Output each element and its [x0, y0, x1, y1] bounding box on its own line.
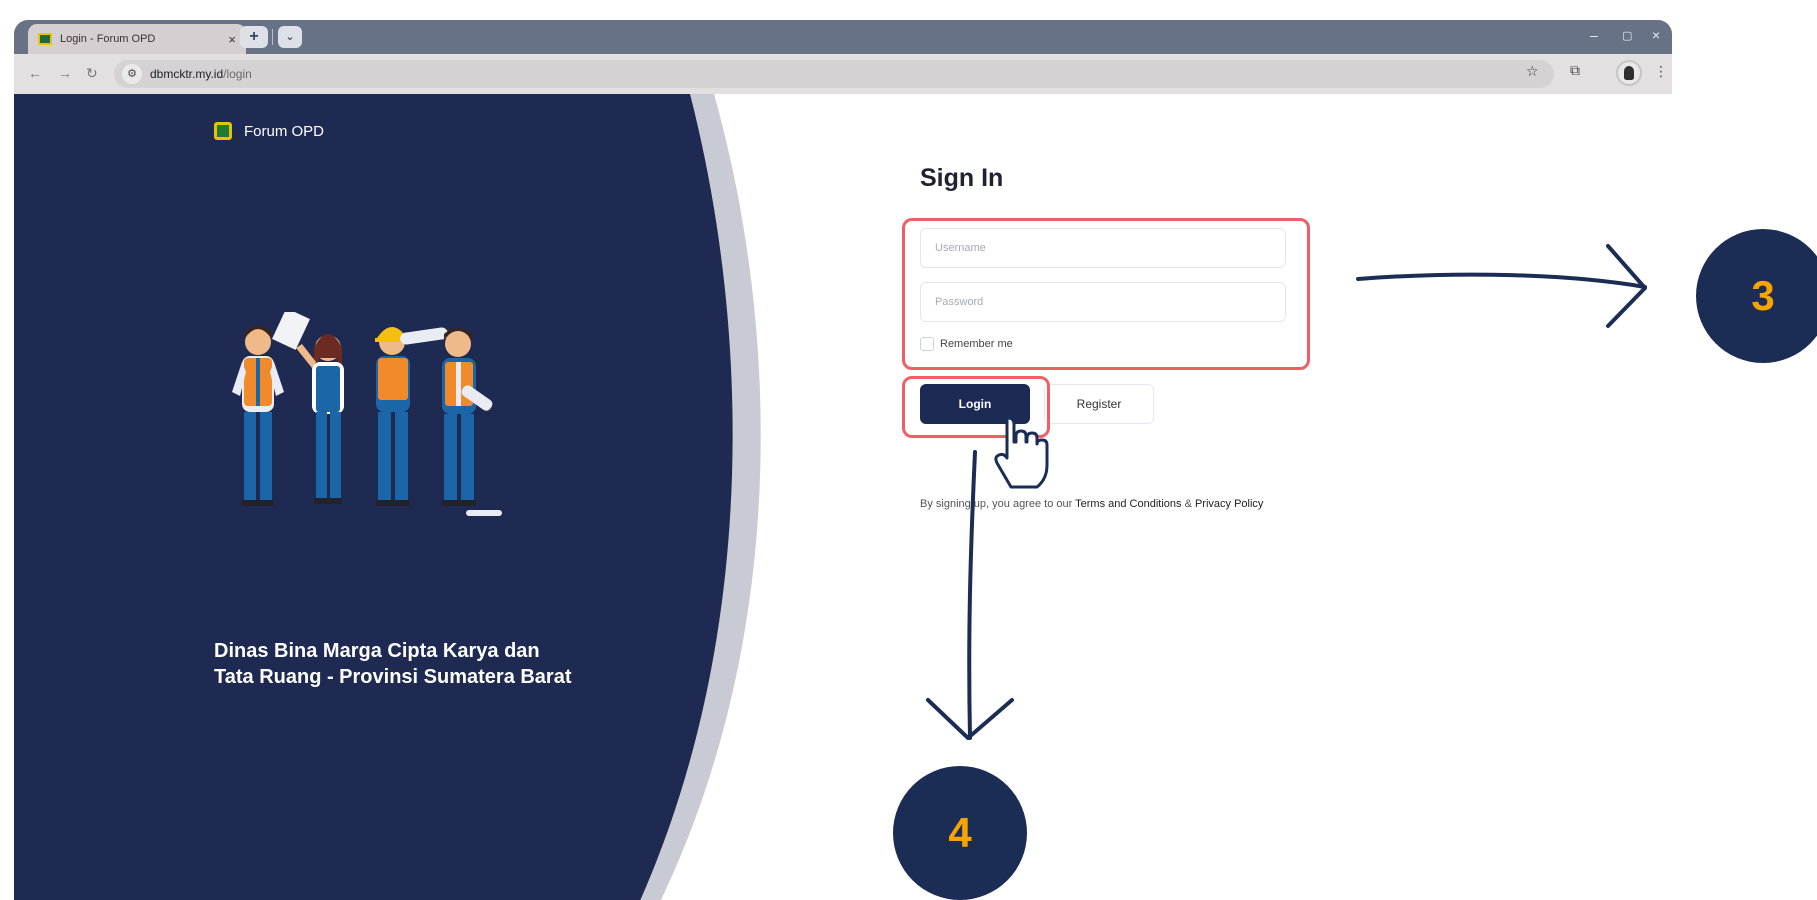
tab-search-button[interactable]: ⌄ — [278, 26, 302, 48]
privacy-link[interactable]: Privacy Policy — [1195, 498, 1263, 510]
terms-notice: By signing up, you agree to our Terms an… — [920, 498, 1263, 510]
url-path: /login — [223, 67, 252, 81]
url-host: dbmcktr.my.id — [150, 67, 224, 81]
register-button[interactable]: Register — [1044, 384, 1154, 424]
tab-close-icon[interactable]: × — [228, 32, 236, 47]
extensions-icon[interactable]: ⧉ — [1570, 62, 1580, 79]
tagline-line-2: Tata Ruang - Provinsi Sumatera Barat — [214, 666, 572, 688]
browser-toolbar: ← → ↻ ⚙ dbmcktr.my.id /login ☆ ⧉ ⋮ — [14, 54, 1672, 94]
brand: Forum OPD — [214, 122, 324, 140]
step-4-badge: 4 — [893, 766, 1027, 900]
profile-avatar[interactable] — [1616, 60, 1642, 86]
fields-highlight-box — [902, 218, 1310, 370]
tab-bar: Login - Forum OPD × + ⌄ – ▢ × — [14, 20, 1672, 54]
workers-illustration — [232, 312, 502, 516]
page-content: Forum OPD Dinas Bina Marga Cipta Karya d… — [14, 94, 1672, 900]
stage: Login - Forum OPD × + ⌄ – ▢ × ← → ↻ ⚙ db… — [0, 0, 1817, 900]
signin-form: Sign In Remember me Login Register By si… — [920, 164, 1300, 510]
login-highlight-box — [902, 376, 1050, 438]
back-icon[interactable]: ← — [28, 65, 42, 81]
browser-window: Login - Forum OPD × + ⌄ – ▢ × ← → ↻ ⚙ db… — [14, 20, 1672, 900]
terms-and: & — [1181, 498, 1195, 510]
new-tab-button[interactable]: + — [240, 26, 268, 48]
restore-icon[interactable]: ▢ — [1622, 29, 1632, 42]
minimize-icon[interactable]: – — [1590, 27, 1598, 43]
tab-divider — [272, 29, 273, 45]
brand-logo-icon — [214, 122, 232, 140]
terms-prefix: By signing up, you agree to our — [920, 498, 1076, 510]
step-3-badge: 3 — [1696, 229, 1817, 363]
browser-menu-icon[interactable]: ⋮ — [1654, 63, 1668, 80]
favicon-icon — [38, 33, 52, 45]
brand-name: Forum OPD — [244, 122, 325, 140]
window-close-icon[interactable]: × — [1652, 27, 1660, 43]
agency-tagline: Dinas Bina Marga Cipta Karya dan Tata Ru… — [214, 638, 634, 690]
tab-title: Login - Forum OPD — [60, 33, 156, 45]
forward-icon[interactable]: → — [58, 65, 72, 81]
bookmark-star-icon[interactable]: ☆ — [1526, 63, 1539, 80]
signin-title: Sign In — [920, 164, 1004, 192]
address-bar[interactable]: ⚙ dbmcktr.my.id /login — [114, 60, 1554, 88]
terms-link[interactable]: Terms and Conditions — [1075, 498, 1181, 510]
left-hero-panel: Forum OPD Dinas Bina Marga Cipta Karya d… — [14, 94, 774, 900]
site-info-icon[interactable]: ⚙ — [122, 64, 142, 84]
tagline-line-1: Dinas Bina Marga Cipta Karya dan — [214, 640, 540, 662]
browser-tab[interactable]: Login - Forum OPD × — [28, 24, 246, 54]
reload-icon[interactable]: ↻ — [86, 65, 98, 82]
